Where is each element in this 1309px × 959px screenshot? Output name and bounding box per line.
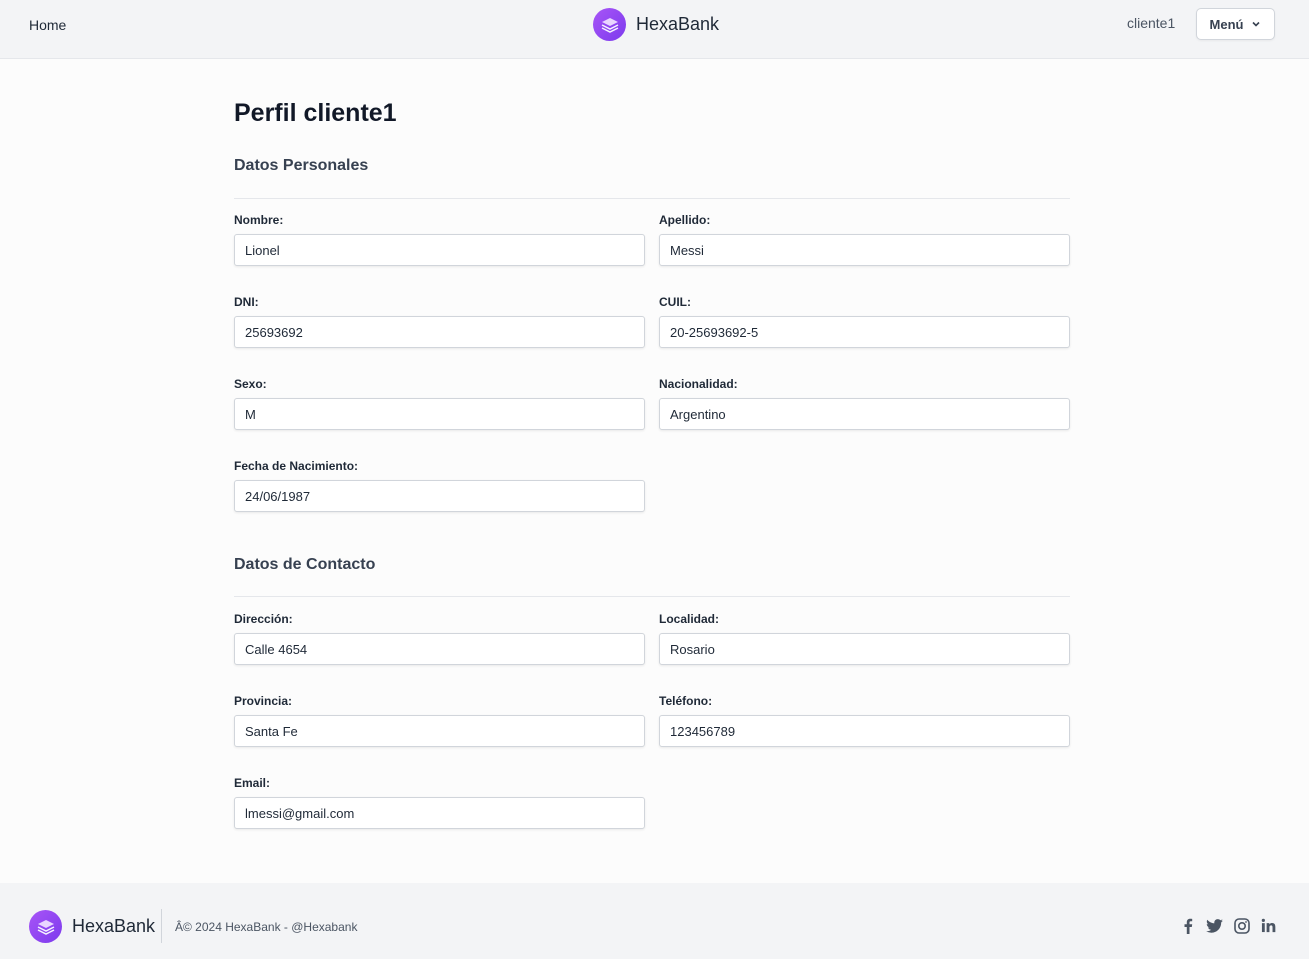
field-provincia: Provincia: <box>234 694 645 747</box>
field-nacionalidad: Nacionalidad: <box>659 377 1070 430</box>
home-link[interactable]: Home <box>29 17 66 33</box>
direccion-label: Dirección: <box>234 612 293 626</box>
fecha-nacimiento-label: Fecha de Nacimiento: <box>234 459 359 473</box>
top-navbar: Home HexaBank cliente1 Menú <box>0 0 1309 59</box>
nombre-input[interactable] <box>234 234 645 266</box>
fecha-nacimiento-input[interactable] <box>234 480 645 512</box>
field-localidad: Localidad: <box>659 612 1070 665</box>
provincia-input[interactable] <box>234 715 645 747</box>
footer: HexaBank Â© 2024 HexaBank - @Hexabank <box>0 883 1309 959</box>
divider <box>234 596 1070 597</box>
divider <box>234 198 1070 199</box>
section-title-personal: Datos Personales <box>234 157 369 174</box>
nombre-label: Nombre: <box>234 213 284 227</box>
localidad-input[interactable] <box>659 633 1070 665</box>
twitter-icon[interactable] <box>1206 917 1223 934</box>
field-dni: DNI: <box>234 295 645 348</box>
facebook-icon[interactable] <box>1179 917 1196 934</box>
direccion-input[interactable] <box>234 633 645 665</box>
field-apellido: Apellido: <box>659 213 1070 266</box>
nacionalidad-label: Nacionalidad: <box>659 377 738 391</box>
field-direccion: Dirección: <box>234 612 645 665</box>
telefono-input[interactable] <box>659 715 1070 747</box>
apellido-input[interactable] <box>659 234 1070 266</box>
social-links <box>1179 917 1277 934</box>
dni-input[interactable] <box>234 316 645 348</box>
brand-name: HexaBank <box>636 14 720 34</box>
copyright-text: Â© 2024 HexaBank - @Hexabank <box>175 920 358 934</box>
apellido-label: Apellido: <box>659 213 711 227</box>
page-title: Perfil cliente1 <box>234 99 397 127</box>
section-title-contact: Datos de Contacto <box>234 556 376 573</box>
header-brand[interactable]: HexaBank <box>593 8 719 41</box>
linkedin-icon[interactable] <box>1260 917 1277 934</box>
username-label: cliente1 <box>1127 15 1176 31</box>
email-label: Email: <box>234 776 271 790</box>
menu-button-label: Menú <box>1209 16 1244 32</box>
field-fecha-nacimiento: Fecha de Nacimiento: <box>234 459 645 512</box>
field-telefono: Teléfono: <box>659 694 1070 747</box>
localidad-label: Localidad: <box>659 612 720 626</box>
field-cuil: CUIL: <box>659 295 1070 348</box>
chevron-down-icon <box>1252 21 1261 27</box>
footer-brand[interactable]: HexaBank <box>29 910 155 943</box>
telefono-label: Teléfono: <box>659 694 713 708</box>
sexo-input[interactable] <box>234 398 645 430</box>
provincia-label: Provincia: <box>234 694 293 708</box>
footer-brand-name: HexaBank <box>72 916 156 936</box>
field-email: Email: <box>234 776 645 829</box>
instagram-icon[interactable] <box>1233 917 1250 934</box>
hexabank-logo-icon <box>593 8 626 41</box>
cuil-label: CUIL: <box>659 295 691 309</box>
menu-button[interactable]: Menú <box>1196 8 1275 40</box>
nacionalidad-input[interactable] <box>659 398 1070 430</box>
field-nombre: Nombre: <box>234 213 645 266</box>
hexabank-logo-icon <box>29 910 62 943</box>
cuil-input[interactable] <box>659 316 1070 348</box>
field-sexo: Sexo: <box>234 377 645 430</box>
email-input[interactable] <box>234 797 645 829</box>
sexo-label: Sexo: <box>234 377 267 391</box>
dni-label: DNI: <box>234 295 259 309</box>
footer-divider <box>161 909 162 943</box>
